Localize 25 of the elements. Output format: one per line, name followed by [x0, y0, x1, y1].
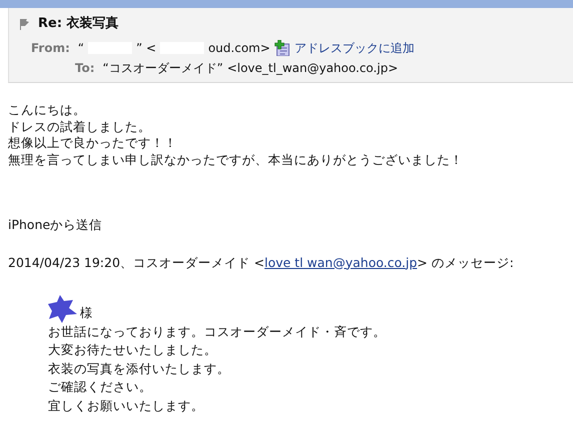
flag-icon[interactable] [19, 18, 30, 30]
quote-intro-text: > のメッセージ: [417, 254, 514, 271]
address-book-add-icon[interactable] [274, 40, 290, 56]
salutation-text: 様 [80, 304, 93, 322]
recipient-address: <love_tl_wan@yahoo.co.jp> [227, 60, 398, 77]
message-line: 想像以上で良かったです！！ [8, 135, 178, 152]
quoted-line: 衣装の写真を添付いたします。 [48, 360, 231, 378]
message-line: ドレスの試着しました。 [8, 118, 152, 135]
quoted-line: ご確認ください。 [48, 378, 153, 396]
quoted-line: 宜しくお願いいたします。 [48, 396, 205, 415]
message-line: 無理を言ってしまい申し訳なかったですが、本当にありがとうございました！ [8, 152, 464, 168]
message-line: こんにちは。 [8, 102, 87, 118]
message-line: iPhoneから送信 [8, 217, 104, 234]
add-to-address-book-link[interactable]: アドレスブックに追加 [294, 38, 414, 58]
sender-text: oud.com> [208, 40, 270, 56]
sender-text: “ [78, 40, 84, 56]
quoted-line: お世話になっております。コスオーダーメイド・斉です。 [48, 322, 387, 341]
sender-text: ” < [136, 40, 156, 56]
recipient-name: “コスオーダーメイド” [102, 60, 224, 76]
email-link[interactable]: love tl wan@yahoo.co.jp [264, 254, 418, 271]
subject-title: Re: 衣装写真 [38, 14, 119, 33]
from-label: From: [31, 40, 70, 56]
quote-intro-text: 2014/04/23 19:20、コスオーダーメイド < [8, 254, 264, 271]
to-label: To: [75, 60, 95, 76]
quoted-line: 大変お待たせいたしました。 [48, 341, 218, 360]
